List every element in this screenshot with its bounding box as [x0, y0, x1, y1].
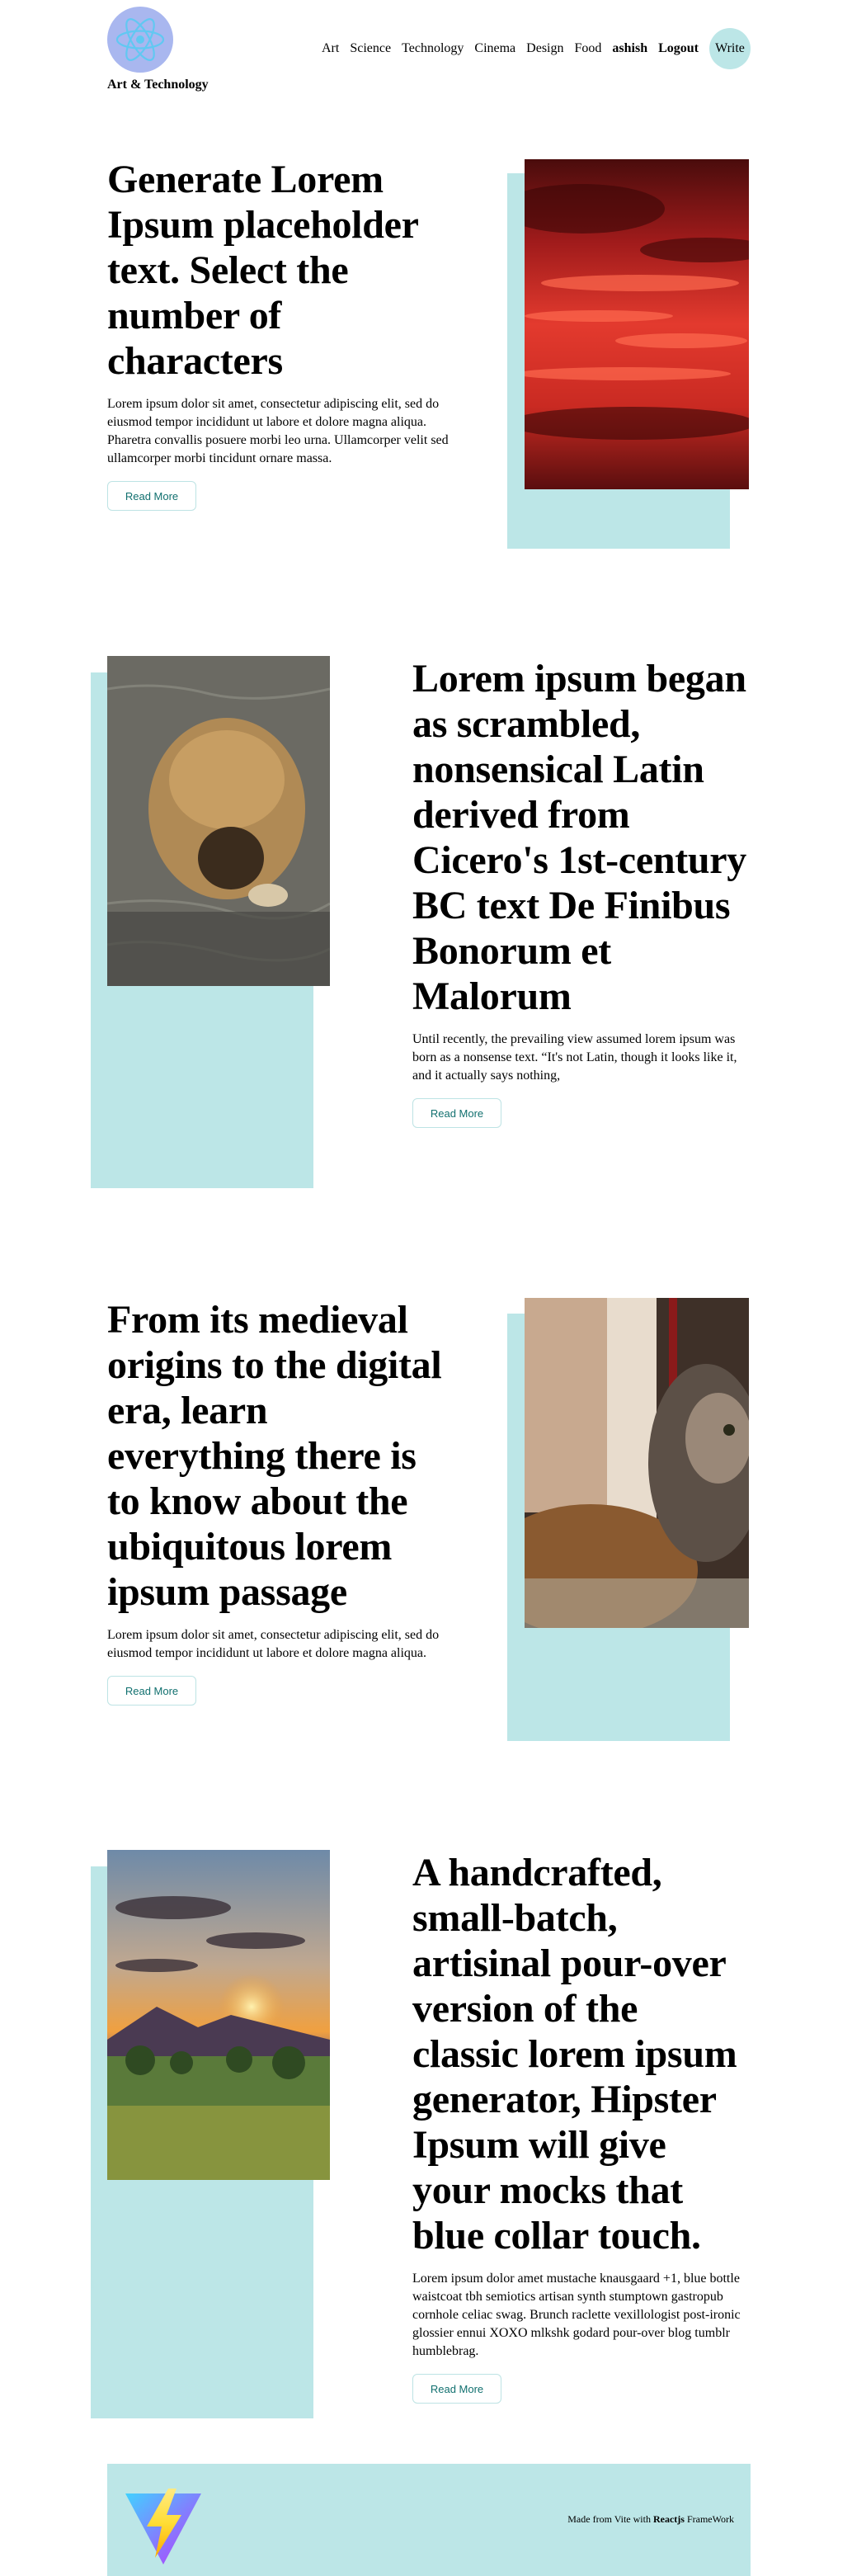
react-logo-icon[interactable]: [107, 7, 173, 73]
post-3-image[interactable]: [525, 1298, 749, 1628]
post-3-content: From its medieval origins to the digital…: [107, 1297, 454, 1706]
post-3-title[interactable]: From its medieval origins to the digital…: [107, 1297, 454, 1615]
post-1-content: Generate Lorem Ipsum placeholder text. S…: [107, 157, 454, 511]
post-3-read-more-button[interactable]: Read More: [107, 1676, 196, 1706]
nav-link-food[interactable]: Food: [574, 41, 601, 56]
post-2-title[interactable]: Lorem ipsum began as scrambled, nonsensi…: [412, 656, 751, 1019]
footer-credit-framework: Reactjs: [652, 2513, 685, 2525]
footer-credit-suffix: FrameWork: [684, 2513, 734, 2525]
post-4-title[interactable]: A handcrafted, small-batch, artisinal po…: [412, 1850, 751, 2258]
write-button[interactable]: Write: [709, 28, 751, 69]
footer-credit: Made from Vite with Reactjs FrameWork: [567, 2513, 734, 2526]
nav-link-art[interactable]: Art: [322, 41, 339, 56]
post-4-read-more-button[interactable]: Read More: [412, 2374, 501, 2404]
nav-link-cinema[interactable]: Cinema: [474, 41, 515, 56]
post-3-body: Lorem ipsum dolor sit amet, consectetur …: [107, 1628, 440, 1660]
post-4-image[interactable]: [107, 1850, 330, 2180]
post-4-content: A handcrafted, small-batch, artisinal po…: [412, 1850, 751, 2404]
post-2-body: Until recently, the prevailing view assu…: [412, 1032, 737, 1083]
vite-logo-icon: [122, 2484, 205, 2566]
post-2-image[interactable]: [107, 656, 330, 986]
post-1-body: Lorem ipsum dolor sit amet, consectetur …: [107, 397, 449, 465]
site-brand: Art & Technology: [107, 78, 209, 92]
post-2-read-more-button[interactable]: Read More: [412, 1098, 501, 1128]
post-1-image[interactable]: [525, 159, 749, 489]
nav-link-technology[interactable]: Technology: [402, 41, 464, 56]
navbar: Art & Technology Art Science Technology …: [107, 7, 751, 97]
post-4-body: Lorem ipsum dolor amet mustache knausgaa…: [412, 2272, 741, 2358]
logout-link[interactable]: Logout: [658, 41, 699, 56]
nav-link-design[interactable]: Design: [526, 41, 563, 56]
page: Art & Technology Art Science Technology …: [0, 0, 852, 2576]
nav-links: Art Science Technology Cinema Design Foo…: [322, 28, 751, 69]
footer: Made from Vite with Reactjs FrameWork: [107, 2464, 751, 2576]
post-1-read-more-button[interactable]: Read More: [107, 481, 196, 511]
footer-credit-prefix: Made from Vite with: [567, 2513, 653, 2525]
post-2-content: Lorem ipsum began as scrambled, nonsensi…: [412, 656, 751, 1128]
post-1-title[interactable]: Generate Lorem Ipsum placeholder text. S…: [107, 157, 454, 384]
nav-link-science[interactable]: Science: [350, 41, 391, 56]
user-name: ashish: [612, 41, 648, 55]
